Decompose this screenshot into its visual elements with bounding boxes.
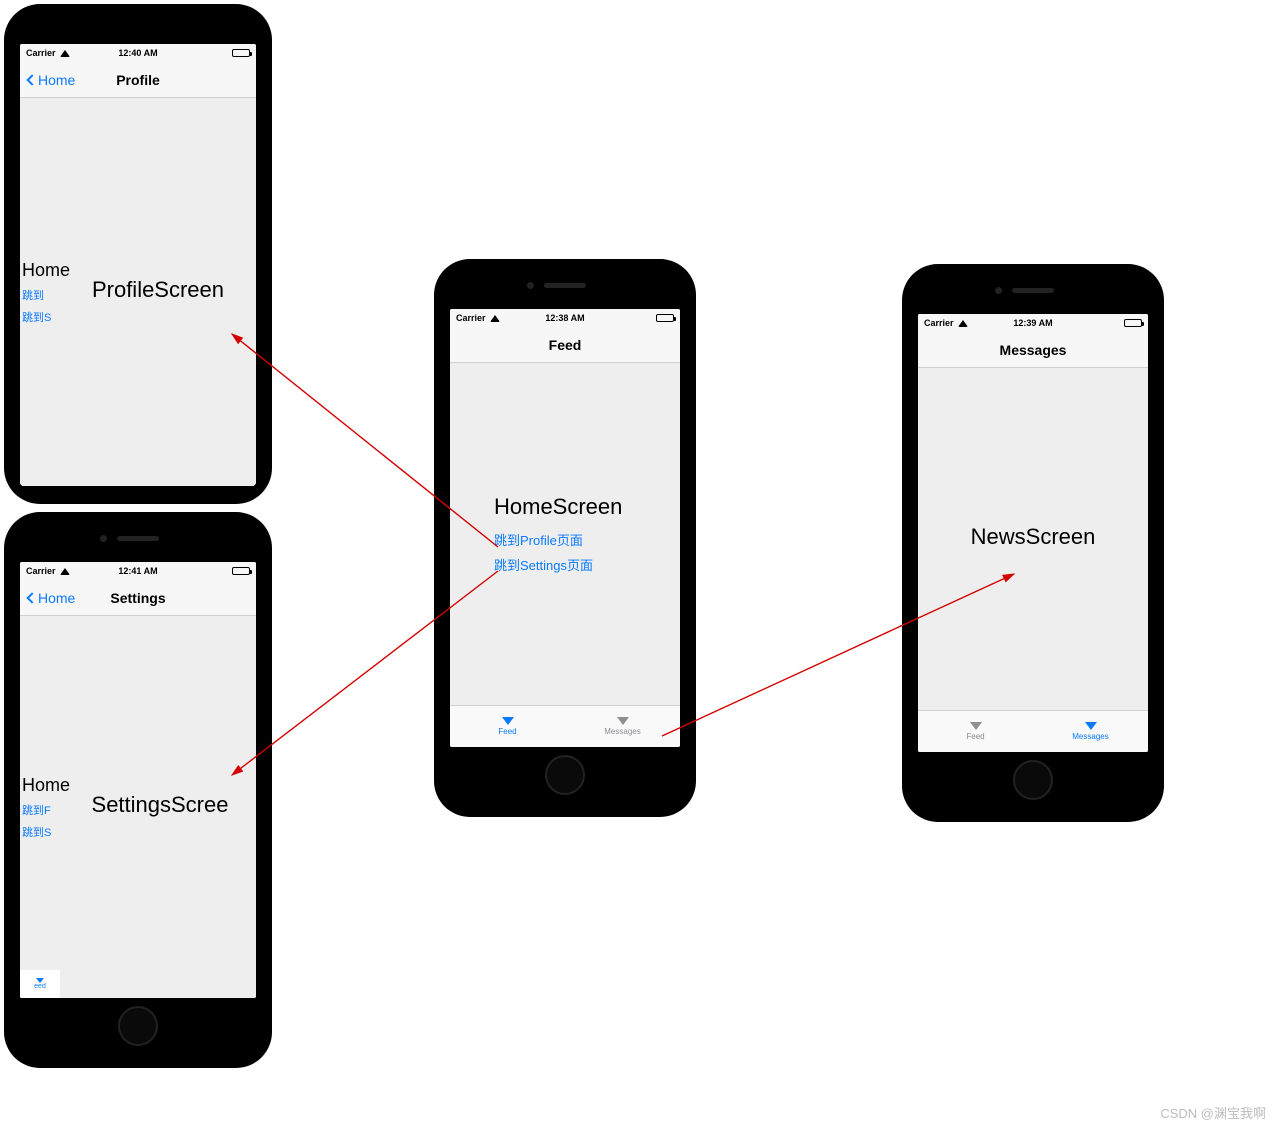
clock-label: 12:38 AM — [545, 313, 584, 323]
clock-label: 12:39 AM — [1013, 318, 1052, 328]
tab-label: Messages — [1072, 732, 1108, 741]
tab-down-icon — [970, 722, 982, 730]
peek-tab[interactable]: eed — [20, 970, 60, 998]
page-title: Messages — [1000, 342, 1067, 358]
status-bar: Carrier 12:39 AM — [918, 314, 1148, 332]
clock-label: 12:40 AM — [118, 48, 157, 58]
status-bar: Carrier 12:40 AM — [20, 44, 256, 62]
home-button[interactable] — [1013, 760, 1053, 800]
nav-bar: Feed — [450, 327, 680, 363]
screen-title: SettingsScree — [92, 792, 229, 818]
carrier-label: Carrier — [26, 48, 56, 58]
tab-down-icon — [502, 717, 514, 725]
nav-bar: Home Profile — [20, 62, 256, 98]
peek-title: Home — [22, 260, 70, 281]
carrier-label: Carrier — [26, 566, 56, 576]
back-label: Home — [38, 72, 75, 88]
goto-profile-link[interactable]: 跳到Profile页面 — [494, 530, 583, 549]
battery-icon — [232, 567, 250, 575]
back-button[interactable]: Home — [28, 72, 75, 88]
wifi-icon — [490, 315, 500, 322]
tab-feed[interactable]: Feed — [918, 711, 1033, 752]
prev-screen-peek: Home 跳到 跳到S — [20, 98, 70, 486]
screen-title: HomeScreen — [494, 494, 622, 520]
screen-title: NewsScreen — [971, 524, 1096, 550]
carrier-label: Carrier — [456, 313, 486, 323]
goto-settings-link[interactable]: 跳到Settings页面 — [494, 555, 593, 574]
carrier-label: Carrier — [924, 318, 954, 328]
clock-label: 12:41 AM — [118, 566, 157, 576]
status-bar: Carrier 12:38 AM — [450, 309, 680, 327]
wifi-icon — [958, 320, 968, 327]
battery-icon — [656, 314, 674, 322]
tab-label: Feed — [498, 727, 516, 736]
home-button[interactable] — [118, 1006, 158, 1046]
tab-down-icon — [617, 717, 629, 725]
tab-messages[interactable]: Messages — [565, 706, 680, 747]
phone-settings: Carrier 12:41 AM Home Settings Home 跳到F … — [4, 512, 272, 1068]
tab-messages[interactable]: Messages — [1033, 711, 1148, 752]
phone-profile: Carrier 12:40 AM Home Profile Home 跳到 跳到… — [4, 4, 272, 504]
back-button[interactable]: Home — [28, 590, 75, 606]
peek-link[interactable]: 跳到 — [22, 287, 70, 303]
peek-link[interactable]: 跳到S — [22, 309, 70, 325]
phone-messages: Carrier 12:39 AM Messages NewsScreen Fee… — [902, 264, 1164, 822]
nav-bar: Home Settings — [20, 580, 256, 616]
nav-bar: Messages — [918, 332, 1148, 368]
peek-link[interactable]: 跳到S — [22, 824, 70, 840]
peek-link[interactable]: 跳到F — [22, 802, 70, 818]
chevron-left-icon — [26, 74, 37, 85]
tab-down-icon — [1085, 722, 1097, 730]
wifi-icon — [60, 568, 70, 575]
tab-bar: Feed Messages — [918, 710, 1148, 752]
phone-feed: Carrier 12:38 AM Feed HomeScreen 跳到Profi… — [434, 259, 696, 817]
peek-title: Home — [22, 775, 70, 796]
wifi-icon — [60, 50, 70, 57]
prev-screen-peek: Home 跳到F 跳到S eed — [20, 616, 70, 998]
page-title: Feed — [549, 337, 582, 353]
tab-label: Messages — [604, 727, 640, 736]
page-title: Profile — [116, 72, 160, 88]
chevron-left-icon — [26, 592, 37, 603]
back-label: Home — [38, 590, 75, 606]
battery-icon — [232, 49, 250, 57]
battery-icon — [1124, 319, 1142, 327]
home-button[interactable] — [545, 755, 585, 795]
tab-feed[interactable]: Feed — [450, 706, 565, 747]
tab-bar: Feed Messages — [450, 705, 680, 747]
page-title: Settings — [110, 590, 165, 606]
tab-label: Feed — [966, 732, 984, 741]
status-bar: Carrier 12:41 AM — [20, 562, 256, 580]
watermark: CSDN @渊宝我啊 — [1160, 1103, 1266, 1122]
screen-title: ProfileScreen — [92, 277, 224, 303]
